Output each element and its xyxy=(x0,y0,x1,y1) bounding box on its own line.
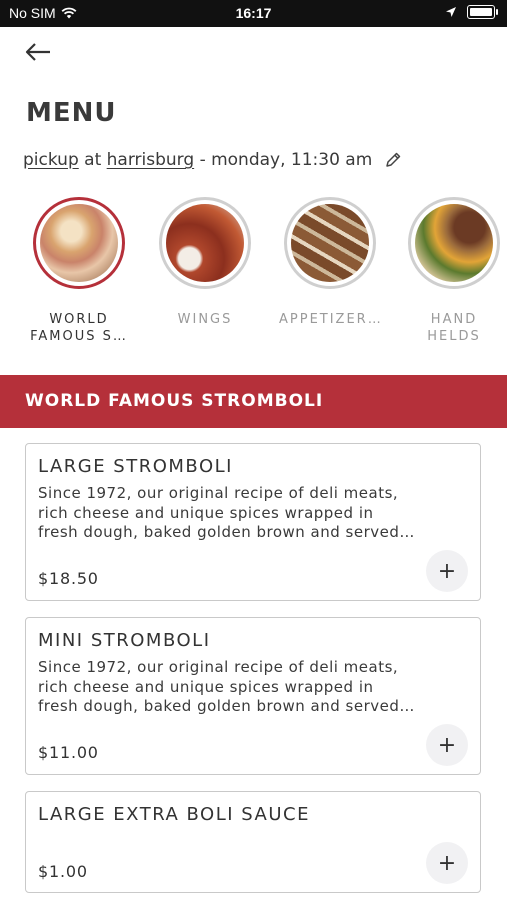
battery-icon xyxy=(467,5,498,19)
category-image-hand-helds xyxy=(408,197,500,289)
item-name: LARGE EXTRA BOLI SAUCE xyxy=(38,804,310,825)
plus-icon: + xyxy=(437,558,457,584)
plus-icon: + xyxy=(437,850,457,876)
category-label: APPETIZER… xyxy=(279,312,383,327)
location-link[interactable]: harrisburg xyxy=(107,150,195,170)
order-mode-link[interactable]: pickup xyxy=(23,150,79,170)
menu-item-card[interactable]: MINI STROMBOLI Since 1972, our original … xyxy=(25,617,481,775)
category-image-wings xyxy=(159,197,251,289)
item-description: Since 1972, our original recipe of deli … xyxy=(38,484,415,541)
add-item-button[interactable]: + xyxy=(426,842,468,884)
menu-item-card[interactable]: LARGE EXTRA BOLI SAUCE $1.00 + xyxy=(25,791,481,893)
order-at-label: at xyxy=(84,150,102,170)
category-label: HAND HELDS xyxy=(427,312,481,344)
item-name: LARGE STROMBOLI xyxy=(38,456,233,477)
category-label: WINGS xyxy=(177,312,233,327)
menu-item-card[interactable]: LARGE STROMBOLI Since 1972, our original… xyxy=(25,443,481,601)
item-name: MINI STROMBOLI xyxy=(38,630,211,651)
add-item-button[interactable]: + xyxy=(426,550,468,592)
location-arrow-icon xyxy=(446,7,456,17)
status-right xyxy=(445,5,498,19)
section-header: WORLD FAMOUS STROMBOLI xyxy=(0,375,507,428)
item-price: $18.50 xyxy=(38,569,99,588)
category-wings[interactable]: WINGS xyxy=(154,197,256,328)
plus-icon: + xyxy=(437,732,457,758)
order-details: pickup at harrisburg - monday, 11:30 am xyxy=(23,150,402,170)
back-arrow-icon[interactable] xyxy=(22,38,54,66)
category-image-stromboli xyxy=(33,197,125,289)
item-price: $1.00 xyxy=(38,862,88,881)
order-time-label: - monday, 11:30 am xyxy=(199,150,373,170)
add-item-button[interactable]: + xyxy=(426,724,468,766)
pencil-icon[interactable] xyxy=(384,151,402,169)
category-label: WORLD FAMOUS S… xyxy=(30,312,128,344)
item-description: Since 1972, our original recipe of deli … xyxy=(38,658,415,715)
category-world-famous-stromboli[interactable]: WORLD FAMOUS S… xyxy=(28,197,130,345)
section-title: WORLD FAMOUS STROMBOLI xyxy=(25,391,324,411)
status-bar: No SIM 16:17 xyxy=(0,0,507,27)
category-image-appetizers xyxy=(284,197,376,289)
item-price: $11.00 xyxy=(38,743,99,762)
status-time: 16:17 xyxy=(235,5,272,21)
page-title: MENU xyxy=(26,98,117,128)
category-hand-helds[interactable]: HAND HELDS xyxy=(403,197,505,345)
category-appetizers[interactable]: APPETIZER… xyxy=(279,197,381,328)
